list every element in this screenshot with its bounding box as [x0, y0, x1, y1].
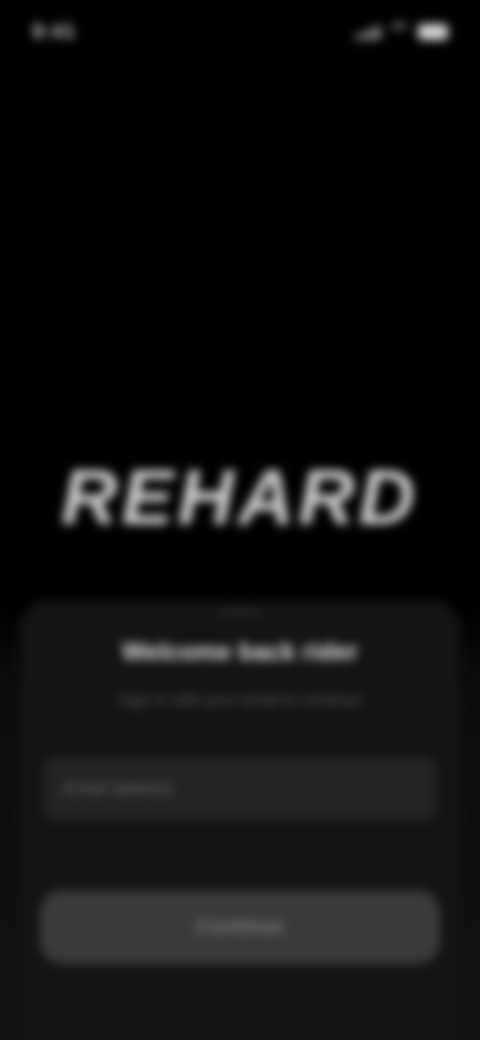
status-icons	[355, 24, 448, 40]
email-field[interactable]	[44, 758, 436, 820]
battery-icon	[418, 24, 448, 40]
login-title: Welcome back rider	[122, 638, 358, 666]
login-subtitle: Sign in with your email to continue	[118, 692, 362, 709]
brand-logo: REHARD	[61, 453, 419, 541]
panel-handle[interactable]	[220, 610, 260, 615]
wifi-icon	[388, 24, 410, 40]
login-screen: 9:41 REHARD Welcome back rider Sign in w…	[0, 0, 480, 1040]
continue-button[interactable]: Continue	[40, 890, 440, 964]
status-time: 9:41	[32, 20, 77, 43]
status-bar: 9:41	[32, 14, 448, 50]
signal-icon	[355, 24, 380, 40]
